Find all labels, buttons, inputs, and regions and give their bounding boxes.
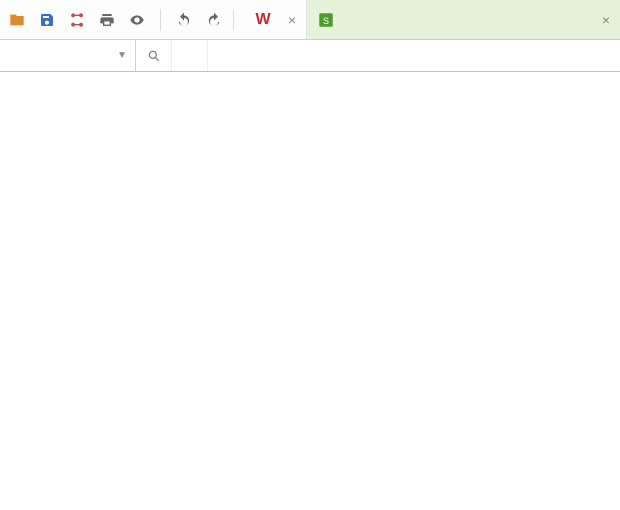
titlebar: W × S × xyxy=(0,0,620,40)
undo-icon[interactable] xyxy=(175,11,193,29)
formula-bar: ▼ xyxy=(0,40,620,72)
save-icon[interactable] xyxy=(38,11,56,29)
svg-text:S: S xyxy=(323,15,329,25)
print-icon[interactable] xyxy=(98,11,116,29)
preview-icon[interactable] xyxy=(128,11,146,29)
redo-icon[interactable] xyxy=(205,11,223,29)
toolbar-divider xyxy=(233,9,234,31)
close-icon[interactable]: × xyxy=(602,12,610,28)
fx-label[interactable] xyxy=(172,40,208,71)
document-tabs: W × S × xyxy=(244,0,620,39)
chevron-down-icon[interactable]: ▼ xyxy=(117,50,127,61)
tab-workbook-1[interactable]: S × xyxy=(307,0,620,39)
quick-toolbar xyxy=(0,0,231,39)
share-icon[interactable] xyxy=(68,11,86,29)
wps-logo-icon: W xyxy=(254,11,272,29)
toolbar-divider xyxy=(160,9,161,31)
tab-my-wps[interactable]: W × xyxy=(244,0,307,39)
search-fx-icon[interactable] xyxy=(136,40,172,71)
xls-icon: S xyxy=(317,11,335,29)
name-box[interactable]: ▼ xyxy=(0,40,136,71)
fx-area xyxy=(136,40,620,71)
close-icon[interactable]: × xyxy=(288,12,296,28)
open-icon[interactable] xyxy=(8,11,26,29)
